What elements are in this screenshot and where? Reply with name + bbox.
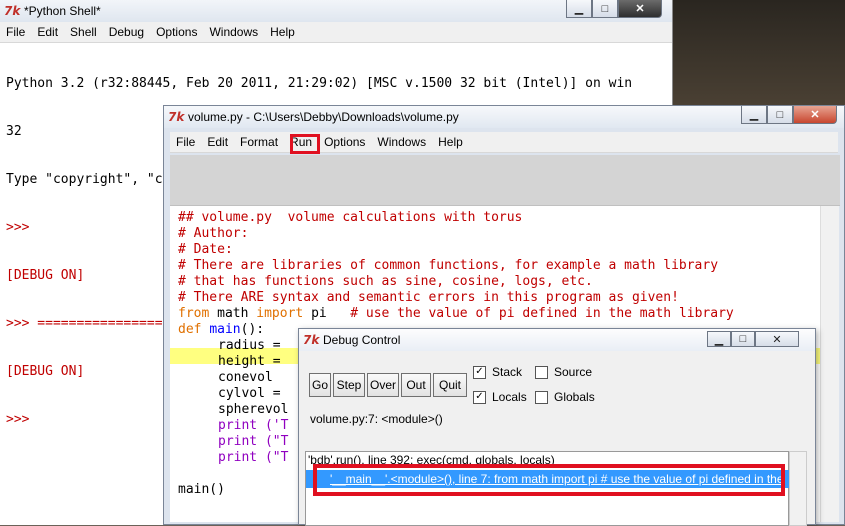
checkbox-label: Locals: [492, 390, 527, 404]
minimize-icon[interactable]: ▁: [566, 0, 592, 18]
code-line: print ("T: [218, 434, 289, 449]
code-token: math: [209, 306, 257, 321]
code-line: # There are libraries of common function…: [178, 258, 719, 273]
menu-shell[interactable]: Shell: [64, 22, 103, 42]
code-token: ():: [240, 322, 265, 337]
menu-help[interactable]: Help: [432, 132, 469, 152]
keyword: import: [256, 306, 304, 321]
function-name: main: [209, 322, 241, 337]
source-checkbox[interactable]: Source: [535, 365, 592, 379]
shell-window-buttons: ▁ □ ✕: [566, 0, 662, 18]
checkbox-unchecked-icon: [535, 365, 548, 379]
shell-menubar: File Edit Shell Debug Options Windows He…: [0, 22, 672, 43]
menu-file[interactable]: File: [170, 132, 201, 152]
menu-windows[interactable]: Windows: [371, 132, 432, 152]
menu-help[interactable]: Help: [264, 22, 301, 42]
run-menu-highlight-frame: [290, 134, 320, 154]
menu-options[interactable]: Options: [150, 22, 203, 42]
shell-line: Python 3.2 (r32:88445, Feb 20 2011, 21:2…: [6, 76, 633, 91]
maximize-icon[interactable]: □: [592, 0, 618, 18]
checkbox-checked-icon: ✓: [473, 390, 486, 404]
minimize-icon[interactable]: ▁: [741, 106, 767, 124]
menu-format[interactable]: Format: [234, 132, 284, 152]
debug-control-window: 7k Debug Control ▁ □ ✕ Go Step Over Out …: [298, 328, 816, 526]
debug-status: volume.py:7: <module>(): [310, 412, 443, 426]
stack-checkbox[interactable]: ✓ Stack: [473, 365, 522, 379]
code-line: # that has functions such as sine, cosin…: [178, 274, 593, 289]
globals-checkbox[interactable]: Globals: [535, 390, 595, 404]
comment: # use the value of pi defined in the mat…: [350, 306, 734, 321]
checkbox-unchecked-icon: [535, 390, 548, 404]
debug-window-buttons: ▁ □ ✕: [707, 331, 799, 347]
code-token: pi: [303, 306, 351, 321]
editor-menubar: File Edit Format Run Options Windows Hel…: [170, 132, 838, 153]
selected-row-highlight-frame: [313, 464, 785, 496]
shell-title: *Python Shell*: [24, 4, 101, 18]
editor-window-buttons: ▁ □ ✕: [741, 106, 837, 124]
code-line: cylvol =: [218, 386, 281, 401]
menu-windows[interactable]: Windows: [203, 22, 264, 42]
over-button[interactable]: Over: [367, 373, 399, 397]
stack-scrollbar[interactable]: [789, 451, 807, 526]
editor-scrollbar[interactable]: [820, 206, 839, 522]
checkbox-label: Stack: [492, 365, 523, 379]
close-icon[interactable]: ✕: [755, 331, 799, 347]
code-line: # Date:: [178, 242, 233, 257]
code-line: print ('T: [218, 418, 289, 433]
tk-feather-icon: 7k: [303, 333, 320, 347]
checkbox-label: Globals: [554, 390, 595, 404]
menu-edit[interactable]: Edit: [201, 132, 234, 152]
menu-options[interactable]: Options: [318, 132, 371, 152]
quit-button[interactable]: Quit: [433, 373, 467, 397]
keyword: def: [178, 322, 202, 337]
code-line: print ("T: [218, 450, 289, 465]
go-button[interactable]: Go: [309, 373, 331, 397]
code-line: spherevol: [218, 402, 289, 417]
menu-edit[interactable]: Edit: [31, 22, 64, 42]
editor-toolbar-area: [170, 155, 840, 206]
close-icon[interactable]: ✕: [618, 0, 662, 18]
checkbox-checked-icon: ✓: [473, 365, 486, 379]
code-line: def main():: [178, 322, 264, 338]
code-line: # Author:: [178, 226, 249, 241]
code-line: ## volume.py volume calculations with to…: [178, 210, 523, 225]
code-line: radius =: [218, 338, 281, 353]
minimize-icon[interactable]: ▁: [707, 331, 731, 347]
code-line: main(): [178, 482, 225, 497]
tk-feather-icon: 7k: [4, 4, 21, 18]
step-button[interactable]: Step: [333, 373, 365, 397]
code-line: from math import pi # use the value of p…: [178, 306, 734, 322]
maximize-icon[interactable]: □: [731, 331, 755, 347]
code-line: conevol: [218, 370, 273, 385]
out-button[interactable]: Out: [401, 373, 431, 397]
maximize-icon[interactable]: □: [767, 106, 793, 124]
editor-title: volume.py - C:\Users\Debby\Downloads\vol…: [188, 110, 459, 124]
code-line: # There ARE syntax and semantic errors i…: [178, 290, 679, 305]
code-line: height =: [218, 354, 281, 369]
tk-feather-icon: 7k: [168, 110, 185, 124]
menu-file[interactable]: File: [0, 22, 31, 42]
checkbox-label: Source: [554, 365, 593, 379]
close-icon[interactable]: ✕: [793, 106, 837, 124]
debug-title: Debug Control: [323, 333, 401, 347]
keyword: from: [178, 306, 210, 321]
menu-debug[interactable]: Debug: [103, 22, 150, 42]
locals-checkbox[interactable]: ✓ Locals: [473, 390, 527, 404]
